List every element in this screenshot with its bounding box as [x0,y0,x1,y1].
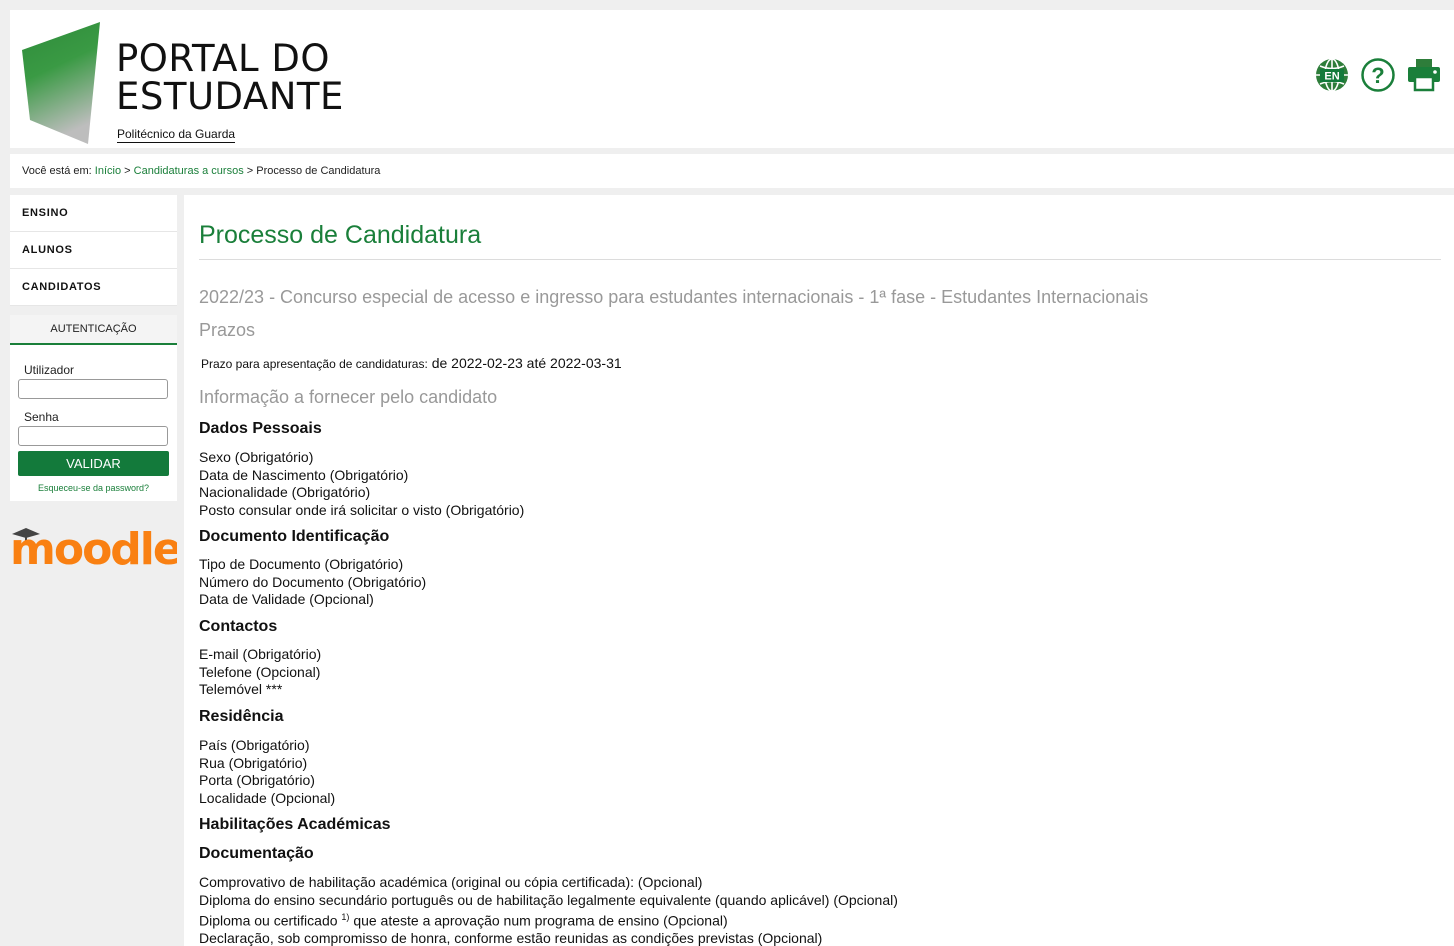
list-item: Posto consular onde irá solicitar o vist… [199,501,525,518]
list-item-text: que ateste a aprovação num programa de e… [353,912,728,929]
list-item: Localidade (Opcional) [199,789,336,806]
list-item: E-mail (Obrigatório) [199,646,322,662]
prazos-heading: Prazos [199,320,256,340]
documentacao-heading: Documentação [199,845,314,862]
breadcrumb-current: Processo de Candidatura [256,165,381,177]
list-item: Número do Documento (Obrigatório) [199,573,427,590]
help-label: ? [1371,63,1384,88]
globe-icon[interactable]: EN [1314,57,1350,93]
list-item-text: Diploma ou certificado [199,912,338,929]
password-label: Senha [24,410,59,424]
password-input[interactable] [18,426,168,446]
list-item: Telefone (Opcional) [199,663,321,680]
username-label: Utilizador [24,363,75,377]
list-item: País (Obrigatório) [199,737,310,753]
breadcrumb-prefix: Você está em: [22,165,92,177]
deadline-row: Prazo para apresentação de candidaturas:… [201,355,622,371]
portal-title: PORTAL DO ESTUDANTE [116,40,344,116]
deadline-label: Prazo para apresentação de candidaturas: [201,357,428,371]
portal-title-line2: ESTUDANTE [116,75,344,118]
help-icon[interactable]: ? [1360,57,1396,93]
dados-pessoais-heading: Dados Pessoais [199,420,322,437]
dados-pessoais-list: Sexo (Obrigatório) Data de Nascimento (O… [199,449,524,519]
breadcrumb: Você está em: Início > Candidaturas a cu… [10,154,1454,188]
breadcrumb-separator: > [246,165,254,177]
documento-list: Tipo de Documento (Obrigatório) Número d… [199,556,426,609]
list-item: Rua (Obrigatório) [199,754,308,771]
deadline-value: de 2022-02-23 até 2022-03-31 [431,355,622,371]
printer-icon[interactable] [1406,57,1442,93]
residencia-list: País (Obrigatório) Rua (Obrigatório) Por… [199,737,335,807]
list-item: Porta (Obrigatório) [199,772,315,788]
list-item: Nacionalidade (Obrigatório) [199,484,371,500]
moodle-logo[interactable]: moodle [10,518,177,574]
list-item: Tipo de Documento (Obrigatório) [199,556,404,572]
list-item: Diploma do ensino secundário português o… [199,891,898,908]
list-item: Data de Validade (Opcional) [199,591,374,607]
sidebar-item-candidatos[interactable]: CANDIDATOS [10,269,177,306]
breadcrumb-candidaturas-link[interactable]: Candidaturas a cursos [134,165,244,177]
breadcrumb-home-link[interactable]: Início [95,165,121,177]
sidebar-item-alunos[interactable]: ALUNOS [10,232,177,269]
username-input[interactable] [18,379,168,399]
header-actions: EN ? [1314,57,1442,93]
login-panel-title: AUTENTICAÇÃO [10,315,177,345]
login-panel: AUTENTICAÇÃO Utilizador Senha VALIDAR Es… [10,315,177,501]
forgot-password-link[interactable]: Esqueceu-se da password? [10,483,177,493]
contactos-heading: Contactos [199,618,278,635]
info-heading: Informação a fornecer pelo candidato [199,387,498,407]
sidebar-item-ensino[interactable]: ENSINO [10,195,177,232]
validar-button[interactable]: VALIDAR [18,451,169,476]
sidebar: ENSINO ALUNOS CANDIDATOS AUTENTICAÇÃO Ut… [10,195,177,501]
list-item: Comprovativo de habilitação académica (o… [199,874,703,890]
footnote-marker: 1) [341,912,350,922]
breadcrumb-separator: > [124,165,131,177]
main-content: Processo de Candidatura 2022/23 - Concur… [184,195,1454,946]
portal-title-line1: PORTAL DO [116,37,330,80]
contactos-list: E-mail (Obrigatório) Telefone (Opcional)… [199,646,321,699]
list-item: Data de Nascimento (Obrigatório) [199,466,409,483]
documentacao-list: Comprovativo de habilitação académica (o… [199,874,898,946]
site-header: PORTAL DO ESTUDANTE Politécnico da Guard… [10,10,1454,148]
residencia-heading: Residência [199,708,284,725]
list-item: Declaração, sob compromisso de honra, co… [199,930,823,946]
list-item: Sexo (Obrigatório) [199,449,314,465]
moodle-text: moodle [10,524,177,574]
lang-label: EN [1324,71,1339,83]
page-title: Processo de Candidatura [199,221,482,249]
title-divider [199,259,1441,260]
documento-heading: Documento Identificação [199,528,390,545]
logo-icon[interactable] [22,22,100,144]
portal-subtitle: Politécnico da Guarda [117,127,236,143]
habilitacoes-heading: Habilitações Académicas [199,816,391,833]
contest-heading: 2022/23 - Concurso especial de acesso e … [199,287,1149,307]
list-item: Diploma ou certificado 1) que ateste a a… [199,909,898,930]
list-item: Telemóvel *** [199,681,283,697]
